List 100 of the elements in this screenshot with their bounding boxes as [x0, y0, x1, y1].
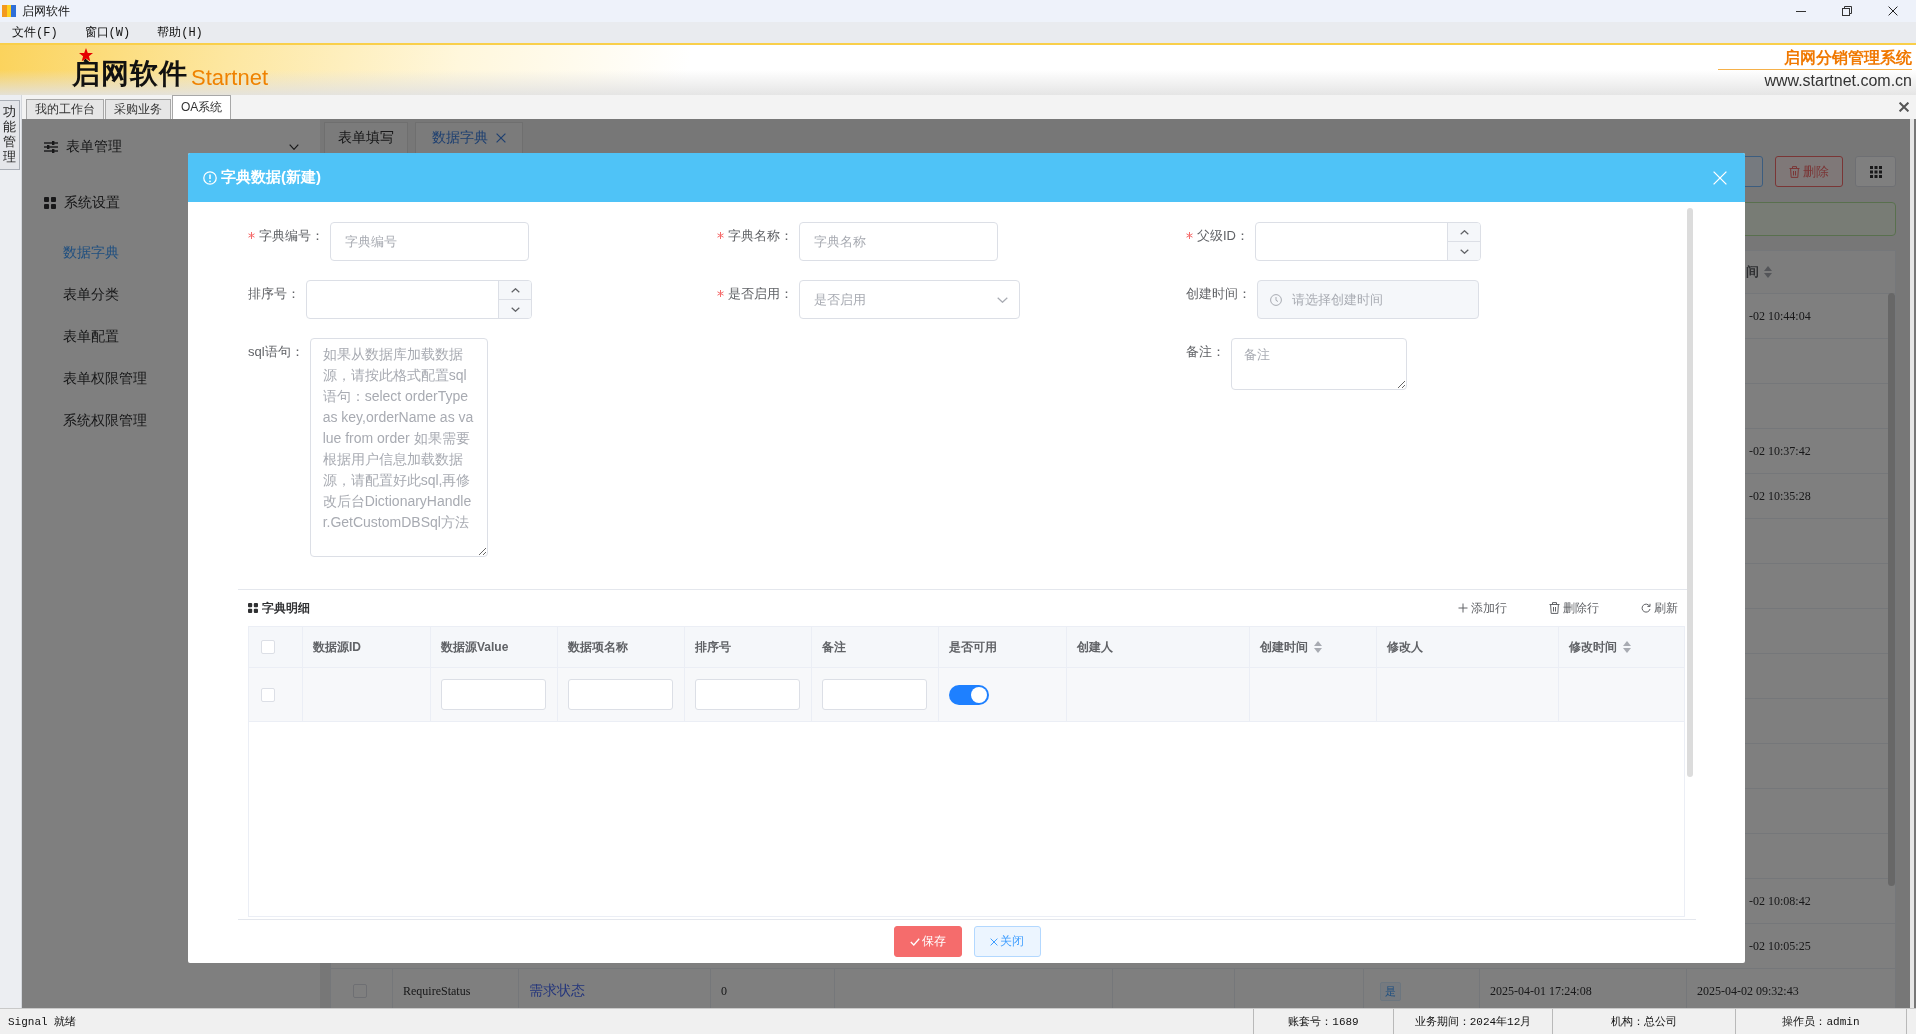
table-cell: RequireStatus	[403, 983, 471, 999]
table-cell: -02 10:35:28	[1749, 488, 1811, 504]
column-header: 修改人	[1387, 638, 1423, 656]
table-link[interactable]: 需求状态	[529, 982, 585, 1000]
system-name: 启网分销管理系统	[1784, 48, 1912, 68]
restore-icon	[1842, 6, 1852, 16]
field-label: 创建时间：	[1186, 285, 1251, 303]
save-button[interactable]: 保存	[893, 926, 962, 957]
page-tab[interactable]: 表单填写	[324, 122, 408, 153]
status-text: 机构：总公司	[1611, 1015, 1677, 1029]
field-label: 备注：	[1186, 343, 1225, 361]
table-input[interactable]	[822, 679, 927, 710]
table-cell: -02 10:08:42	[1749, 893, 1811, 909]
page-tab[interactable]: 数据字典	[415, 122, 523, 153]
checkbox[interactable]	[261, 687, 275, 702]
grid-icon	[248, 603, 258, 613]
column-header: 排序号	[695, 638, 731, 656]
close-icon	[990, 937, 998, 946]
sort-icon	[1764, 266, 1772, 278]
date-field[interactable]: 请选择创建时间	[1257, 280, 1479, 319]
trash-icon	[1789, 165, 1800, 178]
side-tab[interactable]: 功能管理	[0, 100, 20, 170]
table-cell: 2025-04-02 09:32:43	[1697, 983, 1799, 999]
column-header[interactable]: 修改时间	[1569, 638, 1631, 656]
scrollbar[interactable]	[1687, 208, 1693, 777]
column-header[interactable]: 间	[1746, 263, 1772, 281]
number-field[interactable]	[306, 280, 532, 319]
column-header: 是否可用	[949, 638, 997, 656]
menu-item[interactable]: 表单分类	[63, 273, 119, 315]
section-title: 字典明细	[262, 599, 310, 617]
dialog-title: 字典数据(新建)	[221, 168, 321, 187]
delete-row-button[interactable]: 删除行	[1549, 599, 1599, 617]
grid-button[interactable]	[1855, 156, 1896, 187]
decrement-button[interactable]	[499, 299, 531, 318]
table-cell: -02 10:44:04	[1749, 308, 1811, 324]
status-text: Signal 就绪	[8, 1016, 77, 1028]
menu-item[interactable]: 系统权限管理	[63, 399, 147, 441]
table-cell: 2025-04-01 17:24:08	[1490, 983, 1592, 999]
menu-item[interactable]: 文件(F)	[12, 24, 58, 41]
field-label: sql语句：	[248, 343, 304, 361]
info-icon	[203, 170, 217, 185]
menu-item[interactable]: 窗口(W)	[84, 24, 131, 41]
refresh-icon	[1641, 603, 1651, 613]
text-field[interactable]: 字典名称	[799, 222, 998, 261]
menu-item[interactable]: 表单配置	[63, 315, 119, 357]
chevron-up-icon	[510, 287, 520, 293]
textarea-field[interactable]: 如果从数据库加载数据源，请按此格式配置sql语句：select orderType as key,orderName as value from order 如果需要根据用户信息加载数据源，请配置好此sql,再修改后台DictionaryHandler.GetCustomDBSql方法	[309, 338, 488, 557]
field-label: 排序号：	[248, 285, 300, 303]
chevron-down-icon	[510, 306, 520, 312]
plus-icon	[1458, 603, 1468, 613]
scrollbar[interactable]	[1888, 293, 1895, 886]
increment-button[interactable]	[499, 281, 531, 299]
logo-subtitle: Startnet	[191, 66, 269, 90]
menu-item[interactable]: 帮助(H)	[157, 24, 203, 41]
field-label: 是否启用：	[728, 285, 793, 303]
table-input[interactable]	[695, 679, 800, 710]
logo-text: 启网软件	[72, 58, 188, 90]
check-icon	[909, 937, 920, 946]
number-field[interactable]	[1255, 222, 1481, 261]
field-label: 字典名称：	[728, 227, 793, 245]
table-cell: -02 10:37:42	[1749, 443, 1811, 459]
minimize-icon	[1796, 10, 1806, 12]
chevron-down-icon	[997, 297, 1008, 303]
status-text: 业务期间：2024年12月	[1414, 1015, 1532, 1029]
close-button[interactable]	[1713, 170, 1727, 185]
close-button[interactable]: 关闭	[973, 926, 1041, 957]
module-tab[interactable]: 我的工作台	[26, 99, 104, 119]
trash-icon	[1549, 602, 1560, 614]
close-icon[interactable]	[1899, 102, 1909, 112]
clock-icon	[1270, 294, 1282, 306]
field-label: 字典编号：	[259, 227, 324, 245]
increment-button[interactable]	[1448, 223, 1480, 241]
sliders-icon	[44, 141, 58, 153]
decrement-button[interactable]	[1448, 241, 1480, 260]
refresh-row-button[interactable]: 刷新	[1641, 599, 1678, 617]
text-field[interactable]: 字典编号	[330, 222, 529, 261]
module-tab[interactable]: 采购业务	[105, 99, 171, 119]
toggle-switch[interactable]	[949, 684, 989, 705]
table-input[interactable]	[568, 679, 673, 710]
textarea-field[interactable]: 备注	[1231, 338, 1407, 390]
checkbox[interactable]	[261, 640, 275, 654]
chevron-down-icon	[1459, 248, 1469, 254]
column-header: 创建人	[1077, 638, 1113, 656]
menu-item[interactable]: 表单权限管理	[63, 357, 147, 399]
add-row-button[interactable]: 添加行	[1458, 599, 1507, 617]
table-cell: 0	[721, 983, 727, 999]
window-title: 启网软件	[22, 2, 70, 20]
select-field[interactable]: 是否启用	[799, 280, 1020, 319]
column-header[interactable]: 创建时间	[1260, 638, 1322, 656]
grid-icon	[44, 197, 56, 209]
table-cell: -02 10:05:25	[1749, 938, 1811, 954]
table-input[interactable]	[441, 679, 546, 710]
status-text: 账套号：1689	[1288, 1015, 1359, 1029]
menu-group[interactable]: 系统设置	[22, 175, 126, 231]
scrollbar[interactable]	[1910, 119, 1914, 1008]
column-header: 备注	[822, 638, 846, 656]
module-tab[interactable]: OA系统	[172, 95, 232, 119]
close-icon	[1713, 170, 1727, 185]
app-icon	[2, 4, 16, 18]
grid-icon	[1869, 165, 1882, 178]
